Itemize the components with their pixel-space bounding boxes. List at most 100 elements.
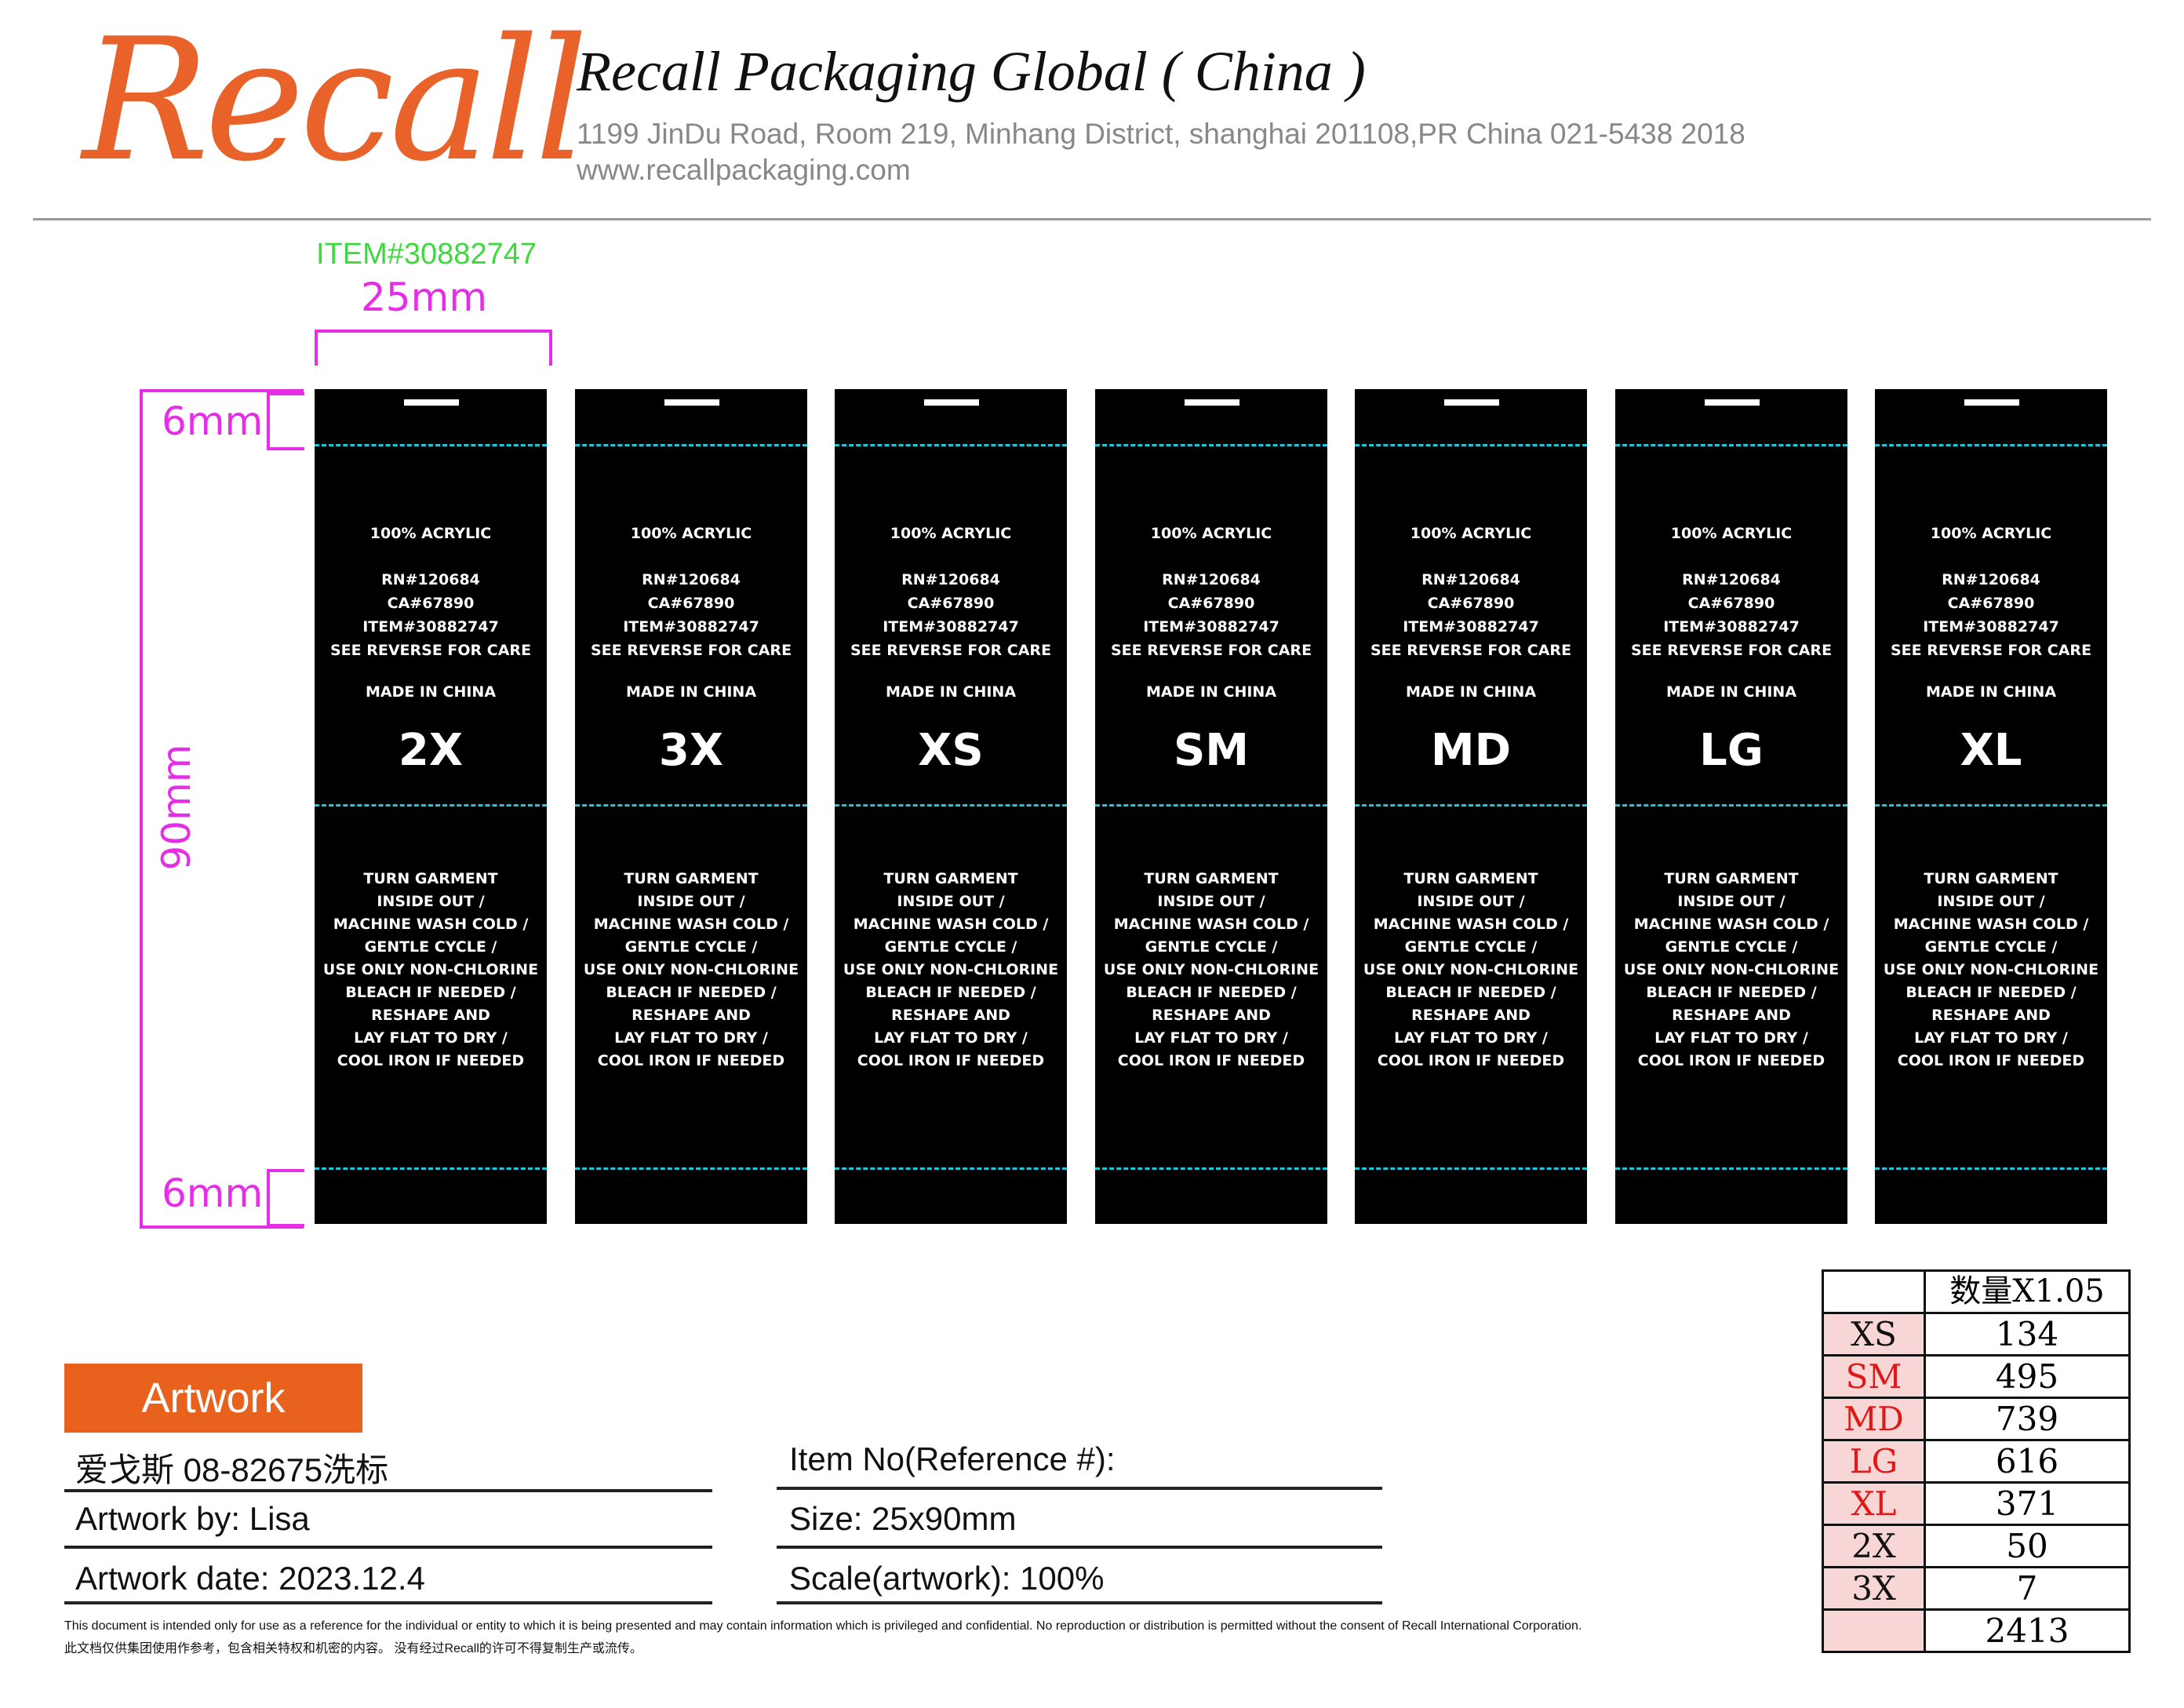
artwork-date: Artwork date: 2023.12.4 xyxy=(75,1560,425,1597)
care-label-2x: 100% ACRYLIC RN#120684 CA#67890 ITEM#308… xyxy=(315,389,547,1224)
country-of-origin: MADE IN CHINA xyxy=(625,683,757,701)
qty-size-cell: XL xyxy=(1822,1481,1926,1526)
care-line: RESHAPE AND xyxy=(1672,1007,1791,1024)
label-slot-mark xyxy=(1964,399,2019,406)
label-slot-mark xyxy=(924,399,979,406)
care-line: TURN GARMENT xyxy=(1664,870,1799,887)
care-label-md: 100% ACRYLIC RN#120684 CA#67890 ITEM#308… xyxy=(1355,389,1587,1224)
care-line: INSIDE OUT / xyxy=(377,893,485,910)
ca-number: CA#67890 xyxy=(387,595,475,612)
care-line: INSIDE OUT / xyxy=(637,893,745,910)
care-label-sm: 100% ACRYLIC RN#120684 CA#67890 ITEM#308… xyxy=(1095,389,1327,1224)
country-of-origin: MADE IN CHINA xyxy=(1145,683,1277,701)
see-reverse-text: SEE REVERSE FOR CARE xyxy=(1630,642,1833,659)
qty-value-cell: 134 xyxy=(1924,1312,2131,1357)
info-rule xyxy=(777,1601,1382,1604)
company-address: 1199 JinDu Road, Room 219, Minhang Distr… xyxy=(577,118,1745,150)
care-line: INSIDE OUT / xyxy=(1417,893,1525,910)
care-line: TURN GARMENT xyxy=(883,870,1018,887)
care-line: GENTLE CYCLE / xyxy=(364,938,497,956)
country-of-origin: MADE IN CHINA xyxy=(1405,683,1537,701)
qty-size-cell xyxy=(1822,1269,1926,1314)
care-label-lg: 100% ACRYLIC RN#120684 CA#67890 ITEM#308… xyxy=(1615,389,1847,1224)
qty-row: LG 616 xyxy=(1822,1439,2131,1484)
bottom-gap-bracket xyxy=(267,1169,304,1227)
label-ids: RN#120684 CA#67890 ITEM#30882747 SEE REV… xyxy=(315,568,547,662)
artwork-badge: Artwork xyxy=(64,1364,362,1433)
top-gap-label: 6mm xyxy=(162,399,264,444)
fiber-content: 100% ACRYLIC xyxy=(1930,525,2052,542)
ca-number: CA#67890 xyxy=(1947,595,2035,612)
fold-line-top xyxy=(575,444,807,446)
qty-size-cell: MD xyxy=(1822,1397,1926,1441)
see-reverse-text: SEE REVERSE FOR CARE xyxy=(1890,642,2092,659)
see-reverse-text: SEE REVERSE FOR CARE xyxy=(850,642,1052,659)
care-line: TURN GARMENT xyxy=(1144,870,1279,887)
care-instructions: TURN GARMENT INSIDE OUT / MACHINE WASH COL… xyxy=(575,868,807,1073)
qty-value-cell: 616 xyxy=(1924,1439,2131,1484)
care-line: BLEACH IF NEEDED / xyxy=(865,984,1036,1001)
care-line: COOL IRON IF NEEDED xyxy=(597,1052,785,1069)
care-line: COOL IRON IF NEEDED xyxy=(337,1052,525,1069)
qty-value-cell: 2413 xyxy=(1924,1608,2131,1653)
care-line: MACHINE WASH COLD / xyxy=(1373,916,1569,933)
rn-number: RN#120684 xyxy=(1162,571,1261,588)
see-reverse-text: SEE REVERSE FOR CARE xyxy=(329,642,532,659)
care-line: LAY FLAT TO DRY / xyxy=(354,1029,508,1047)
care-line: INSIDE OUT / xyxy=(897,893,1005,910)
ca-number: CA#67890 xyxy=(1427,595,1515,612)
label-size: MD xyxy=(1430,725,1512,776)
ca-number: CA#67890 xyxy=(1167,595,1255,612)
label-slot-mark xyxy=(1185,399,1239,406)
rn-number: RN#120684 xyxy=(642,571,741,588)
care-line: LAY FLAT TO DRY / xyxy=(874,1029,1028,1047)
rn-number: RN#120684 xyxy=(381,571,480,588)
care-line: LAY FLAT TO DRY / xyxy=(1134,1029,1288,1047)
label-ids: RN#120684 CA#67890 ITEM#30882747 SEE REV… xyxy=(1875,568,2107,662)
label-ids: RN#120684 CA#67890 ITEM#30882747 SEE REV… xyxy=(575,568,807,662)
height-dimension-label: 90mm xyxy=(154,744,199,871)
qty-row: SM 495 xyxy=(1822,1354,2131,1399)
fold-line-bottom xyxy=(315,1167,547,1170)
care-line: USE ONLY NON-CHLORINE xyxy=(843,961,1059,978)
job-name: 爱戈斯 08-82675洗标 xyxy=(75,1451,389,1488)
rn-number: RN#120684 xyxy=(1682,571,1781,588)
care-line: MACHINE WASH COLD / xyxy=(333,916,529,933)
care-line: RESHAPE AND xyxy=(1411,1007,1531,1024)
rn-number: RN#120684 xyxy=(1942,571,2040,588)
fold-line-bottom xyxy=(1875,1167,2107,1170)
care-line: LAY FLAT TO DRY / xyxy=(614,1029,768,1047)
care-instructions: TURN GARMENT INSIDE OUT / MACHINE WASH COL… xyxy=(1875,868,2107,1073)
care-line: COOL IRON IF NEEDED xyxy=(857,1052,1045,1069)
fold-line-middle xyxy=(575,804,807,807)
item-number: ITEM#30882747 xyxy=(362,618,499,635)
care-line: GENTLE CYCLE / xyxy=(1145,938,1278,956)
care-line: COOL IRON IF NEEDED xyxy=(1897,1052,2085,1069)
qty-size-cell: LG xyxy=(1822,1439,1926,1484)
label-size: SM xyxy=(1173,725,1250,776)
label-ids: RN#120684 CA#67890 ITEM#30882747 SEE REV… xyxy=(835,568,1067,662)
country-of-origin: MADE IN CHINA xyxy=(365,683,497,701)
fold-line-bottom xyxy=(1355,1167,1587,1170)
label-ids: RN#120684 CA#67890 ITEM#30882747 SEE REV… xyxy=(1355,568,1587,662)
info-rule xyxy=(777,1487,1382,1490)
care-line: GENTLE CYCLE / xyxy=(884,938,1017,956)
care-line: BLEACH IF NEEDED / xyxy=(606,984,777,1001)
ca-number: CA#67890 xyxy=(647,595,735,612)
qty-value-cell: 371 xyxy=(1924,1481,2131,1526)
care-instructions: TURN GARMENT INSIDE OUT / MACHINE WASH COL… xyxy=(835,868,1067,1073)
info-rule xyxy=(64,1546,712,1549)
care-line: USE ONLY NON-CHLORINE xyxy=(1103,961,1320,978)
care-line: BLEACH IF NEEDED / xyxy=(1385,984,1556,1001)
width-dimension-label: 25mm xyxy=(361,275,488,320)
qty-header-row: 数量X1.05 xyxy=(1822,1269,2131,1314)
care-line: COOL IRON IF NEEDED xyxy=(1377,1052,1565,1069)
fold-line-bottom xyxy=(835,1167,1067,1170)
fold-line-middle xyxy=(1875,804,2107,807)
fold-line-bottom xyxy=(575,1167,807,1170)
item-number: ITEM#30882747 xyxy=(883,618,1019,635)
fiber-content: 100% ACRYLIC xyxy=(630,525,752,542)
width-dimension-bracket xyxy=(315,330,552,366)
label-slot-mark xyxy=(404,399,459,406)
care-line: BLEACH IF NEEDED / xyxy=(1906,984,2077,1001)
